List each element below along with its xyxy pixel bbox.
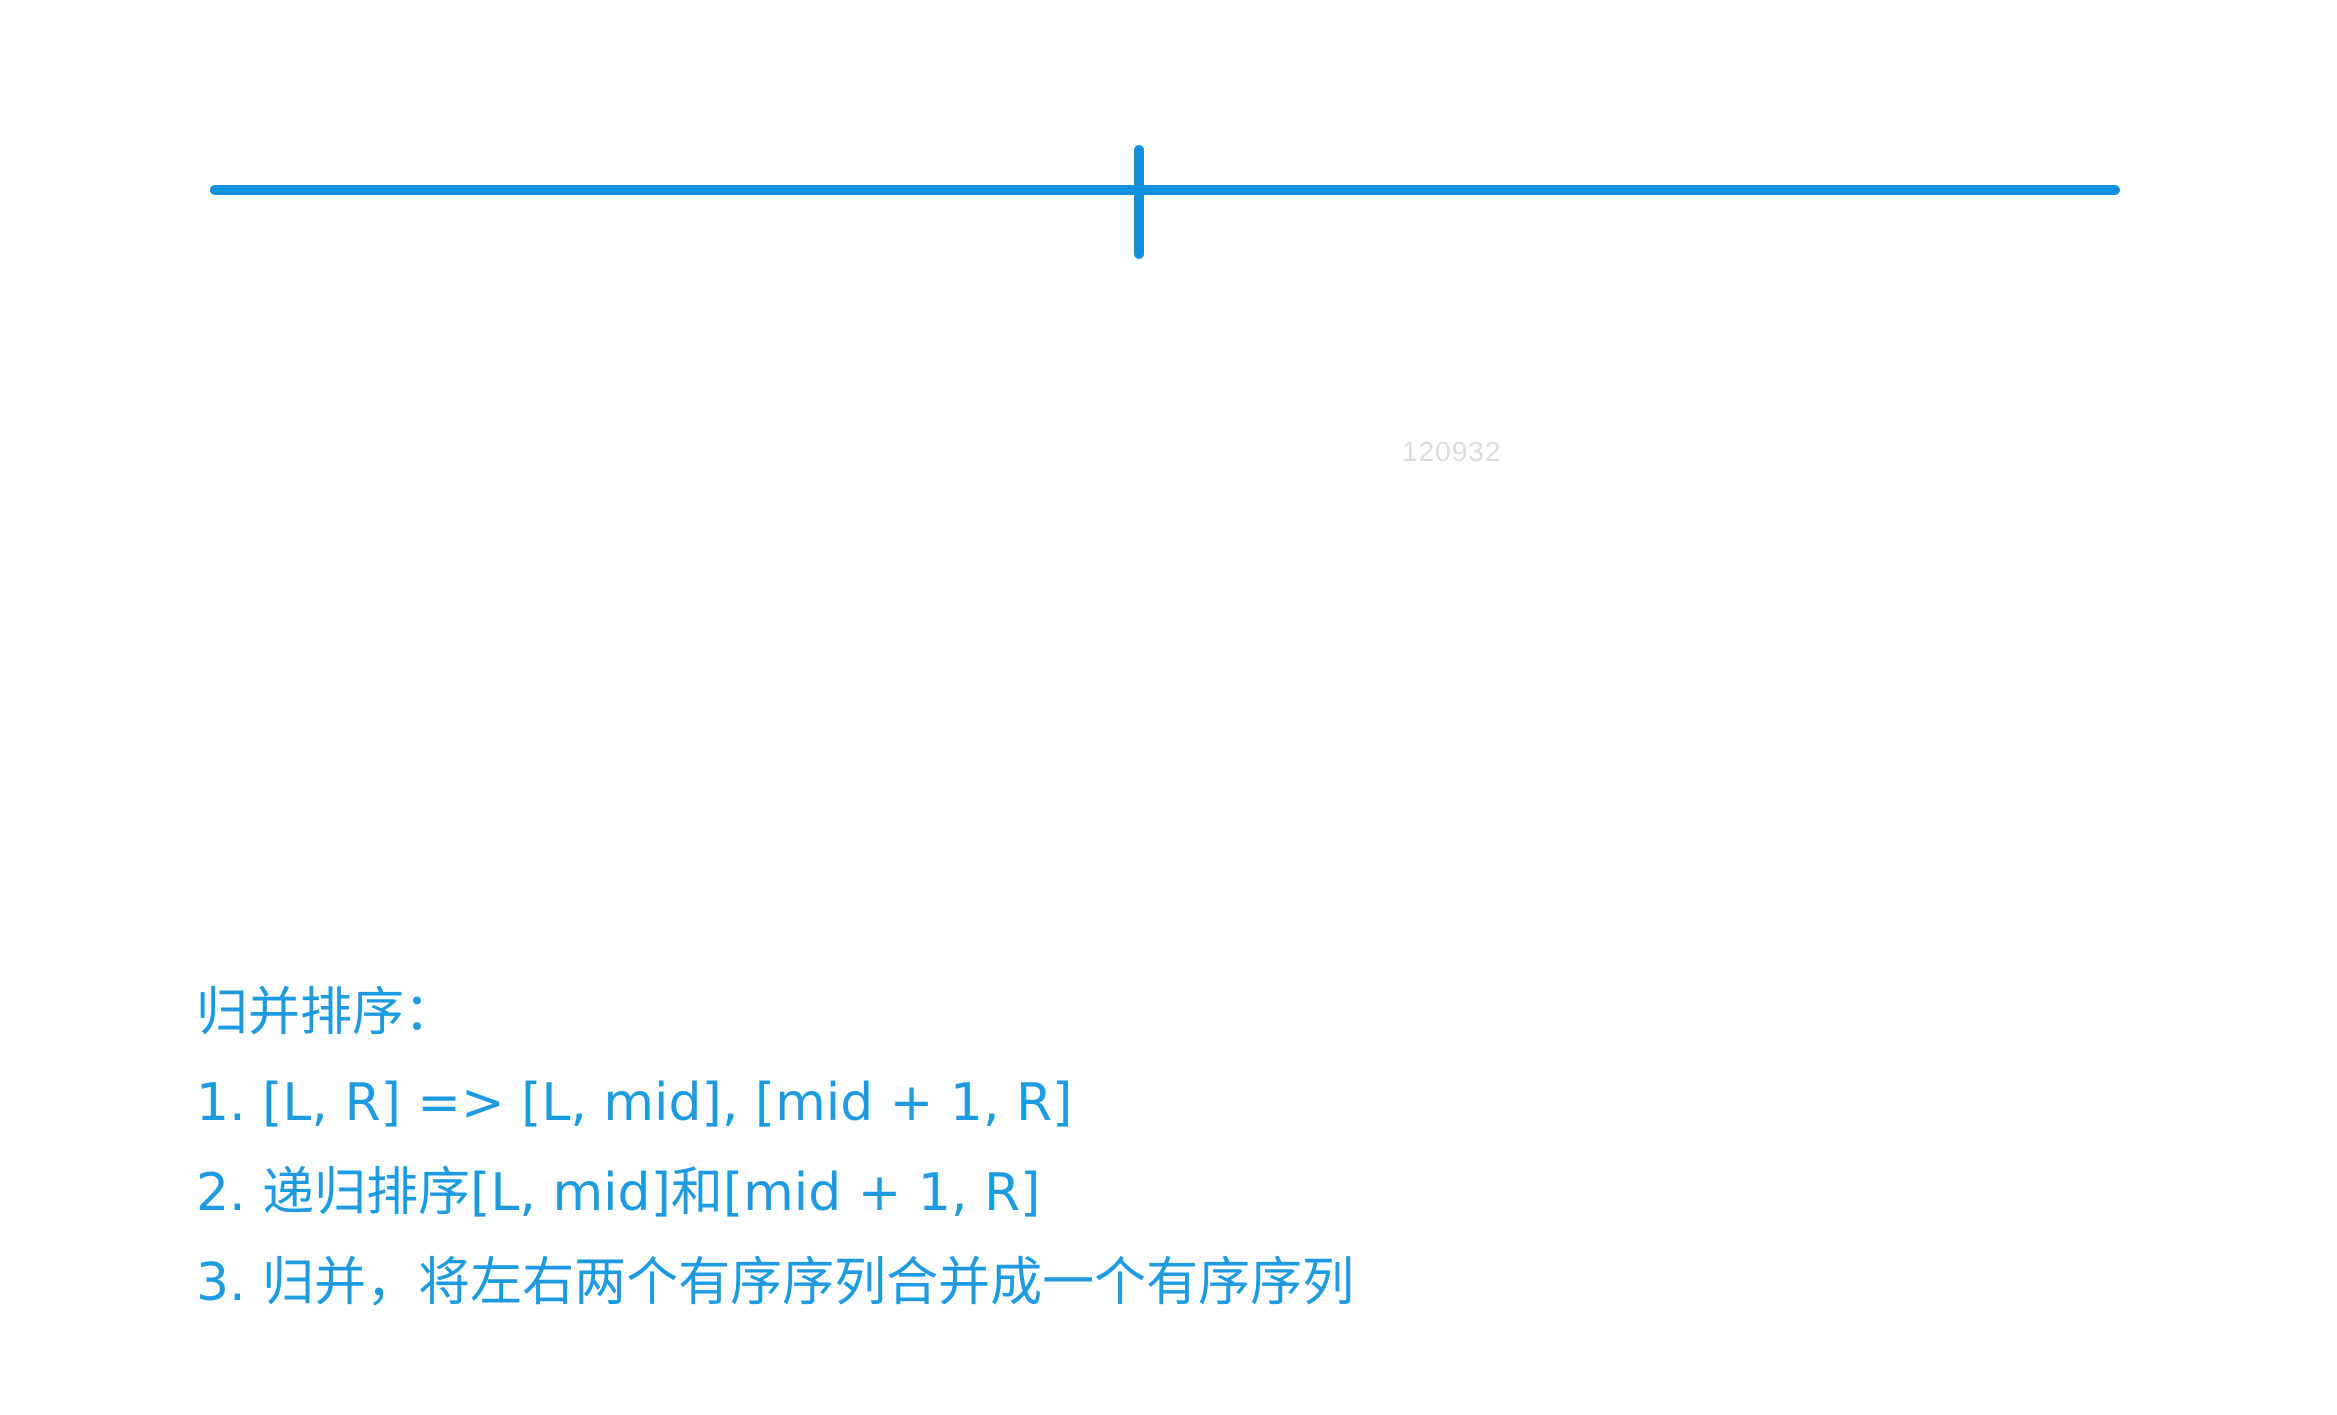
step-2: 2. 递归排序[L, mid]和[mid + 1, R] xyxy=(196,1163,1041,1223)
merge-sort-notes: 归并排序： 1. [L, R] => [L, mid], [mid + 1, R… xyxy=(196,968,1354,1328)
slide-canvas: 120932 归并排序： 1. [L, R] => [L, mid], [mid… xyxy=(0,0,2337,1415)
step-3: 3. 归并，将左右两个有序序列合并成一个有序序列 xyxy=(196,1253,1355,1313)
watermark-number: 120932 xyxy=(1402,436,1502,467)
notes-title: 归并排序： xyxy=(196,983,457,1043)
step-1: 1. [L, R] => [L, mid], [mid + 1, R] xyxy=(196,1073,1073,1133)
